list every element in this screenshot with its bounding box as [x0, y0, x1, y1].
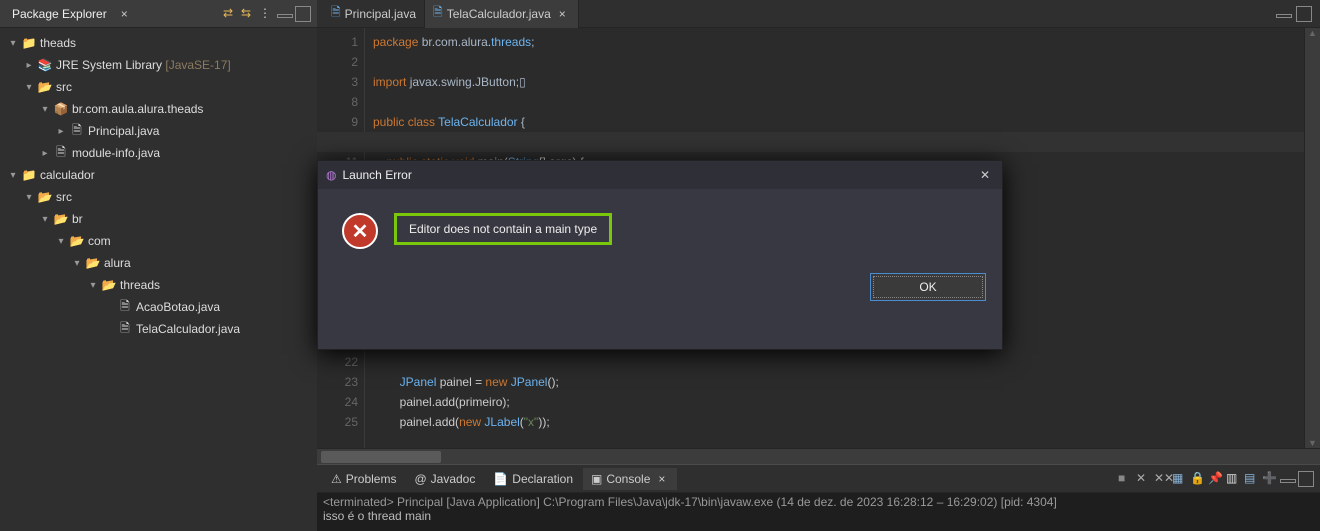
project-tree[interactable]: ▾📁theads▸📚JRE System Library [JavaSE-17]…: [0, 28, 317, 344]
console-scroll-lock-icon[interactable]: 🔒: [1190, 471, 1206, 487]
console-open-icon[interactable]: ▤: [1244, 471, 1260, 487]
tab-icon: 📄: [493, 472, 508, 486]
tree-item[interactable]: ▸🗎module-info.java: [0, 142, 317, 164]
maximize-icon[interactable]: [295, 6, 311, 22]
console-tab[interactable]: ⚠Problems: [323, 468, 404, 490]
tree-item[interactable]: ▾📁theads: [0, 32, 317, 54]
console-tab[interactable]: ▣Console ×: [583, 468, 677, 490]
console-output[interactable]: <terminated> Principal [Java Application…: [317, 493, 1320, 531]
tree-item[interactable]: 🗎AcaoBotao.java: [0, 296, 317, 318]
tab-icon: ⚠: [331, 472, 342, 486]
close-icon[interactable]: ×: [654, 472, 669, 486]
tree-item[interactable]: ▸📚JRE System Library [JavaSE-17]: [0, 54, 317, 76]
console-min-icon[interactable]: [1280, 471, 1296, 487]
tab-icon: @: [414, 472, 426, 486]
console-remove-icon[interactable]: ✕: [1136, 471, 1152, 487]
ok-button[interactable]: OK: [870, 273, 986, 301]
minimize-editor-icon[interactable]: [1276, 6, 1292, 22]
tree-item[interactable]: ▾📂src: [0, 186, 317, 208]
tree-item[interactable]: 🗎TelaCalculador.java: [0, 318, 317, 340]
editor-tab[interactable]: 🗎TelaCalculador.java ×: [425, 0, 579, 28]
close-icon[interactable]: ×: [555, 7, 570, 21]
tree-item[interactable]: ▸🗎Principal.java: [0, 120, 317, 142]
editor-tab[interactable]: 🗎Principal.java: [323, 0, 425, 28]
console-tab[interactable]: @Javadoc: [406, 468, 483, 490]
console-line: isso é o thread main: [323, 509, 1314, 523]
console-process-header: <terminated> Principal [Java Application…: [323, 495, 1314, 509]
console-new-icon[interactable]: ➕: [1262, 471, 1278, 487]
java-file-icon: 🗎: [433, 3, 443, 24]
close-icon[interactable]: ×: [117, 7, 132, 21]
package-explorer-panel: Package Explorer × ⇄ ⇆ ⋮ ▾📁theads▸📚JRE S…: [0, 0, 317, 531]
tree-item[interactable]: ▾📂alura: [0, 252, 317, 274]
java-file-icon: 🗎: [331, 3, 341, 24]
view-menu-icon[interactable]: ⋮: [259, 6, 275, 22]
dialog-title: Launch Error: [342, 168, 411, 182]
tree-item[interactable]: ▾📂br: [0, 208, 317, 230]
editor-vertical-scrollbar[interactable]: ▲ ▼: [1304, 28, 1320, 448]
console-clear-icon[interactable]: ▦: [1172, 471, 1188, 487]
console-remove-all-icon[interactable]: ✕✕: [1154, 471, 1170, 487]
console-pin-icon[interactable]: 📌: [1208, 471, 1224, 487]
dialog-close-icon[interactable]: ✕: [976, 168, 994, 182]
package-explorer-tab[interactable]: Package Explorer: [6, 3, 113, 25]
console-terminate-icon[interactable]: ■: [1118, 471, 1134, 487]
maximize-editor-icon[interactable]: [1296, 6, 1312, 22]
console-max-icon[interactable]: [1298, 471, 1314, 487]
tree-item[interactable]: ▾📂com: [0, 230, 317, 252]
eclipse-icon: ◍: [326, 168, 336, 182]
tree-item[interactable]: ▾📁calculador: [0, 164, 317, 186]
minimize-icon[interactable]: [277, 6, 293, 22]
link-editor-icon[interactable]: ⇆: [241, 6, 257, 22]
editor-horizontal-scrollbar[interactable]: [317, 448, 1320, 464]
console-tab[interactable]: 📄Declaration: [485, 468, 581, 490]
tree-item[interactable]: ▾📂threads: [0, 274, 317, 296]
collapse-all-icon[interactable]: ⇄: [223, 6, 239, 22]
error-icon: ✕: [342, 213, 378, 249]
tree-item[interactable]: ▾📂src: [0, 76, 317, 98]
tab-icon: ▣: [591, 472, 602, 486]
dialog-message: Editor does not contain a main type: [394, 213, 612, 245]
launch-error-dialog: ◍ Launch Error ✕ ✕ Editor does not conta…: [317, 160, 1003, 350]
tree-item[interactable]: ▾📦br.com.aula.alura.theads: [0, 98, 317, 120]
console-display-icon[interactable]: ▥: [1226, 471, 1242, 487]
